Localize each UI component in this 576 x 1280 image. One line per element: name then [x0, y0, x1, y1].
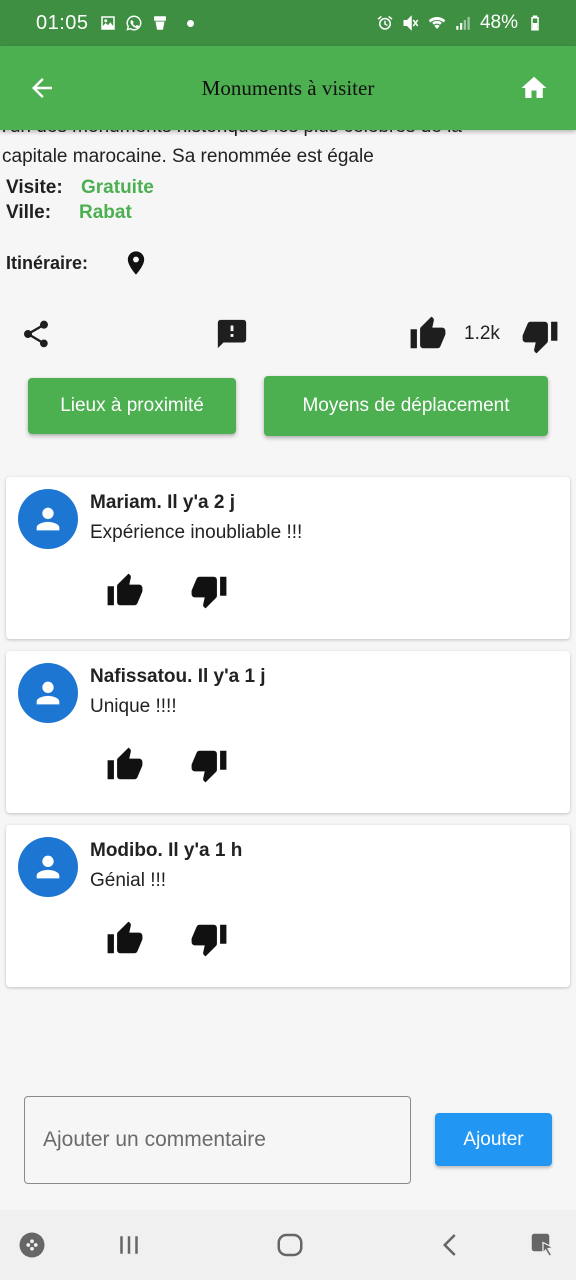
mute-icon: [402, 14, 420, 32]
add-comment-button[interactable]: Ajouter: [435, 1113, 552, 1166]
alarm-icon: [376, 14, 394, 32]
game-launcher-icon[interactable]: [15, 1228, 49, 1262]
comment-author: Modibo. Il y'a 1 h: [90, 840, 243, 861]
comment-like-button[interactable]: [106, 920, 144, 958]
avatar: [18, 489, 78, 549]
visite-row: Visite: Gratuite: [6, 177, 154, 199]
thumb-down-icon: [191, 576, 227, 609]
thumb-down-icon: [522, 321, 558, 354]
comment-dislike-button[interactable]: [190, 572, 228, 610]
home-nav-icon[interactable]: [273, 1228, 307, 1262]
transport-button[interactable]: Moyens de déplacement: [264, 376, 548, 436]
likes-count: 1.2k: [464, 323, 500, 344]
comment-author: Mariam. Il y'a 2 j: [90, 492, 235, 513]
recent-apps-icon[interactable]: [112, 1228, 146, 1262]
comment-text: Génial !!!: [90, 870, 167, 891]
itineraire-label: Itinéraire:: [6, 252, 89, 273]
nearby-places-button[interactable]: Lieux à proximité: [28, 378, 236, 434]
status-left-icons: [99, 14, 194, 32]
status-time: 01:05: [36, 11, 89, 34]
thumb-down-icon: [191, 924, 227, 957]
person-icon: [36, 681, 60, 705]
comment-author: Nafissatou. Il y'a 1 j: [90, 666, 266, 687]
visite-value: Gratuite: [81, 177, 154, 198]
comment-dislike-button[interactable]: [190, 920, 228, 958]
feedback-icon: [217, 319, 247, 349]
comment-like-button[interactable]: [106, 572, 144, 610]
battery-percent: 48%: [479, 12, 518, 33]
home-button[interactable]: [492, 46, 576, 130]
wifi-icon: [428, 14, 446, 32]
comment-dislike-button[interactable]: [190, 746, 228, 784]
comment-card: Mariam. Il y'a 2 j Expérience inoubliabl…: [6, 477, 570, 639]
thumb-up-icon: [107, 747, 143, 780]
person-icon: [36, 855, 60, 879]
share-icon: [24, 320, 48, 348]
notification-dot: [186, 19, 194, 27]
app-icon: [151, 14, 169, 32]
ville-value: Rabat: [79, 202, 132, 223]
ville-label: Ville:: [6, 202, 52, 223]
person-icon: [36, 507, 60, 531]
visite-label: Visite:: [6, 177, 63, 198]
back-button[interactable]: [0, 46, 84, 130]
like-button[interactable]: [408, 314, 448, 354]
thumb-up-icon: [107, 921, 143, 954]
comment-card: Modibo. Il y'a 1 h Génial !!!: [6, 825, 570, 987]
back-nav-icon[interactable]: [434, 1228, 468, 1262]
status-bar: 01:05 48%: [0, 0, 576, 46]
dislike-button[interactable]: [520, 316, 560, 356]
avatar: [18, 663, 78, 723]
thumb-up-icon: [410, 316, 446, 349]
home-icon: [521, 76, 547, 98]
arrow-back-icon: [32, 78, 52, 98]
comment-text: Expérience inoubliable !!!: [90, 522, 303, 543]
whatsapp-icon: [125, 14, 143, 32]
comment-input[interactable]: [25, 1097, 410, 1183]
comment-card: Nafissatou. Il y'a 1 j Unique !!!!: [6, 651, 570, 813]
battery-icon: [526, 14, 544, 32]
itineraire-row: Itinéraire:: [6, 248, 152, 278]
ville-row: Ville: Rabat: [6, 202, 132, 224]
location-pin-icon[interactable]: [122, 248, 152, 278]
system-nav-bar: [0, 1210, 576, 1280]
thumb-down-icon: [191, 750, 227, 783]
signal-icon: [454, 14, 472, 32]
comment-text: Unique !!!!: [90, 696, 177, 717]
gallery-icon: [99, 14, 117, 32]
avatar: [18, 837, 78, 897]
status-right-icons: 48%: [376, 12, 544, 34]
share-button[interactable]: [18, 316, 54, 352]
comment-input-wrapper: [24, 1096, 411, 1184]
report-button[interactable]: [214, 316, 250, 352]
thumb-up-icon: [107, 573, 143, 606]
description-line: capitale marocaine. Sa renommée est égal…: [2, 146, 374, 167]
action-row: 1.2k: [0, 312, 576, 356]
page-title: Monuments à visiter: [201, 75, 375, 100]
comment-like-button[interactable]: [106, 746, 144, 784]
accessibility-icon[interactable]: [526, 1228, 560, 1262]
app-bar: Monuments à visiter: [0, 46, 576, 130]
